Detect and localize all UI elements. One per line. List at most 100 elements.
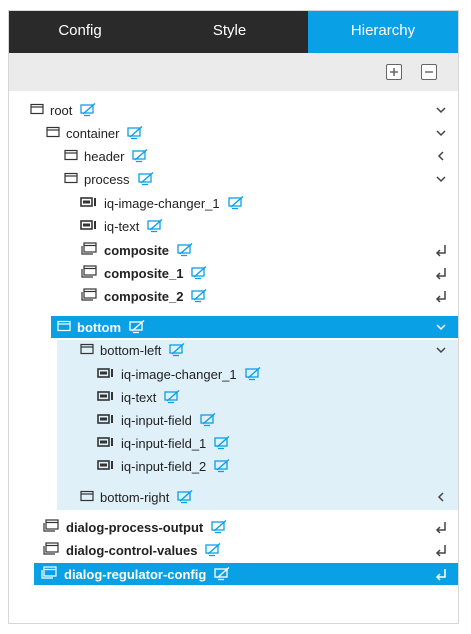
container-icon [80,490,94,505]
tab-config[interactable]: Config [9,11,151,53]
hierarchy-toolbar [9,53,458,91]
tree-node-label: iq-input-field [121,412,192,428]
visibility-toggle-icon[interactable] [164,389,180,404]
tree-node-label: iq-text [121,389,157,405]
tree-node-label: composite_1 [104,265,184,281]
visibility-toggle-icon[interactable] [214,566,230,581]
tab-hierarchy[interactable]: Hierarchy [308,11,458,53]
tree-node-label: composite [104,242,170,258]
tree-node-label: container [66,125,120,141]
visibility-toggle-icon[interactable] [177,489,193,504]
composite-icon [40,565,58,583]
chevron-down-icon[interactable] [434,171,448,187]
composite-icon [80,287,98,305]
chevron-down-icon[interactable] [434,319,448,335]
tree-node[interactable]: composite [80,239,458,261]
widget-icon [80,196,98,211]
tree-node-label: iq-text [104,218,140,234]
chevron-left-icon[interactable] [434,489,448,505]
tree-node-label: dialog-process-output [66,519,204,535]
collapse-all-icon[interactable] [421,64,437,80]
widget-icon [97,413,115,428]
tree-node-label: root [50,102,73,118]
tab-bar: Config Style Hierarchy [9,11,458,53]
tree-node[interactable]: header [64,145,458,167]
visibility-toggle-icon[interactable] [191,288,207,303]
visibility-toggle-icon[interactable] [191,265,207,280]
tree-node[interactable]: bottom-left [80,339,458,361]
visibility-toggle-icon[interactable] [214,458,230,473]
container-icon [64,172,78,187]
tree-node-label: dialog-regulator-config [64,566,207,582]
enter-icon[interactable] [434,566,448,582]
visibility-toggle-icon[interactable] [244,366,261,381]
visibility-toggle-icon[interactable] [211,519,227,534]
visibility-toggle-icon[interactable] [205,542,221,557]
tree-node[interactable]: process [64,168,458,190]
visibility-toggle-icon[interactable] [132,148,148,163]
tree-node-label: dialog-control-values [66,542,198,558]
enter-icon[interactable] [434,542,448,558]
widget-icon [80,219,98,234]
container-icon [64,149,78,164]
container-icon [30,103,44,118]
tree-node[interactable]: iq-text [80,215,458,237]
chevron-down-icon[interactable] [434,342,448,358]
tree-node[interactable]: iq-image-changer_1 [80,192,458,214]
enter-icon[interactable] [434,265,448,281]
tree-node-label: process [84,171,130,187]
chevron-left-icon[interactable] [434,148,448,164]
tree-node[interactable]: bottom-right [80,486,458,508]
visibility-toggle-icon[interactable] [227,195,244,210]
tree-node-label: bottom-left [100,342,162,358]
expand-all-icon[interactable] [386,64,402,80]
container-icon [80,343,94,358]
tree-node[interactable]: dialog-regulator-config [34,563,458,585]
container-icon [57,320,71,335]
tree-node-label: iq-image-changer_1 [104,195,220,211]
tree-node-label: iq-input-field_1 [121,435,207,451]
tree-node-label: bottom-right [100,489,170,505]
tree-node-label: iq-input-field_2 [121,458,207,474]
tree-node[interactable]: dialog-control-values [42,539,458,561]
enter-icon[interactable] [434,288,448,304]
visibility-toggle-icon[interactable] [214,435,230,450]
tree-node[interactable]: iq-image-changer_1 [97,363,458,385]
tree-node[interactable]: iq-input-field_1 [97,432,458,454]
composite-icon [80,264,98,282]
composite-icon [42,518,60,536]
tree-node-label: iq-image-changer_1 [121,366,237,382]
composite-icon [80,241,98,259]
tree-node[interactable]: iq-input-field [97,409,458,431]
tree-node-label: composite_2 [104,288,184,304]
widget-icon [97,436,115,451]
tree-node[interactable]: iq-input-field_2 [97,455,458,477]
visibility-toggle-icon[interactable] [80,102,96,117]
tree-node[interactable]: root [30,99,458,121]
tree-node[interactable]: container [46,122,458,144]
enter-icon[interactable] [434,519,448,535]
visibility-toggle-icon[interactable] [129,319,145,334]
visibility-toggle-icon[interactable] [177,242,193,257]
tab-style[interactable]: Style [151,11,308,53]
widget-icon [97,367,115,382]
tree-node[interactable]: bottom [51,316,458,338]
container-icon [46,126,60,141]
visibility-toggle-icon[interactable] [137,171,154,186]
tree-node[interactable]: composite_2 [80,285,458,307]
tree-node[interactable]: iq-text [97,386,458,408]
widget-icon [97,390,115,405]
tree-node-label: bottom [77,319,122,335]
tree-node[interactable]: composite_1 [80,262,458,284]
visibility-toggle-icon[interactable] [127,125,143,140]
tree-node-label: header [84,148,125,164]
composite-icon [42,541,60,559]
chevron-down-icon[interactable] [434,125,448,141]
widget-icon [97,459,115,474]
tree-node[interactable]: dialog-process-output [42,516,458,538]
visibility-toggle-icon[interactable] [200,412,216,427]
visibility-toggle-icon[interactable] [147,218,163,233]
enter-icon[interactable] [434,242,448,258]
chevron-down-icon[interactable] [434,102,448,118]
visibility-toggle-icon[interactable] [169,342,185,357]
